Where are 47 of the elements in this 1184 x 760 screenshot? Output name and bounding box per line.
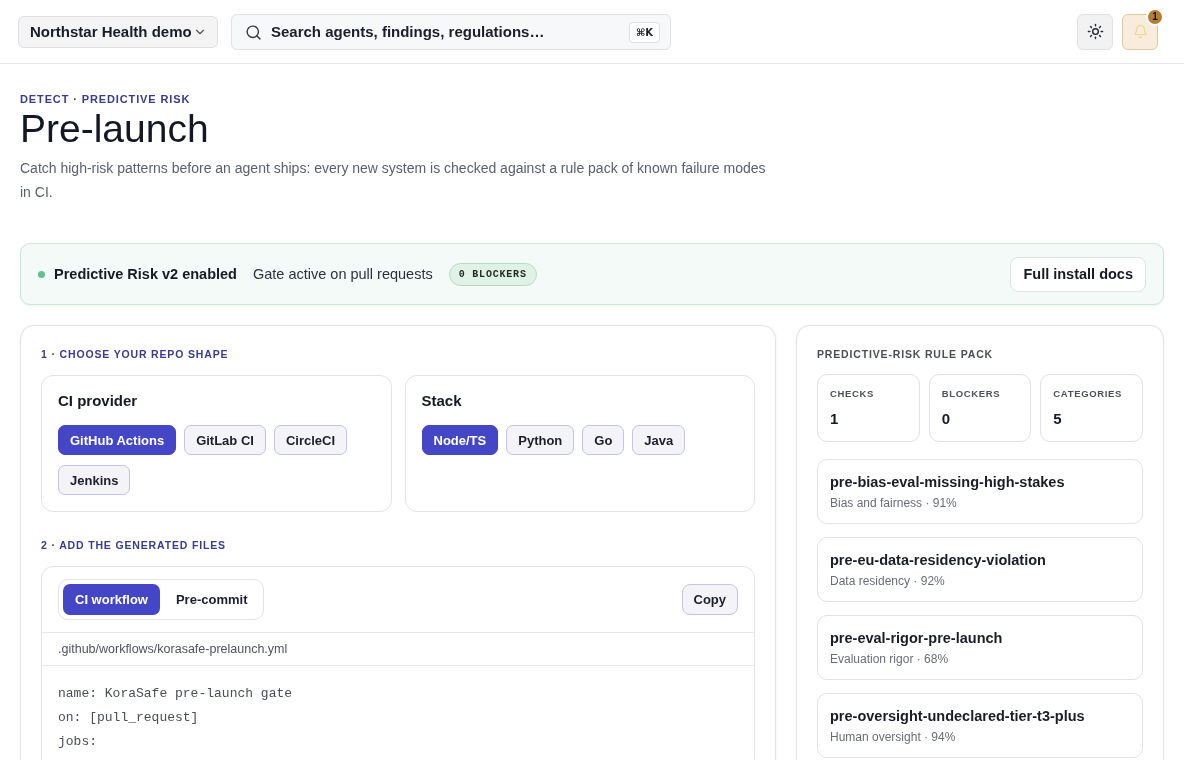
option-chip[interactable]: CircleCI — [273, 425, 348, 455]
rule-name: pre-bias-eval-missing-high-stakes — [830, 473, 1065, 491]
option-chip[interactable]: Python — [506, 425, 575, 455]
code-line: on: [pull_request] — [58, 709, 199, 727]
rule-name: pre-eval-rigor-pre-launch — [830, 629, 1003, 647]
install-docs-button[interactable]: Full install docs — [1010, 256, 1146, 292]
page-eyebrow: DETECT · PREDICTIVE RISK — [20, 92, 191, 106]
code-line: name: KoraSafe pre-launch gate — [58, 685, 293, 703]
blockers-badge: 0 BLOCKERS — [448, 262, 537, 286]
bell-icon — [1132, 24, 1148, 39]
workspace-select[interactable]: Northstar Health demo — [18, 15, 218, 48]
notification-count-badge: 1 — [1146, 7, 1164, 26]
step-label: 1 · CHOOSE YOUR REPO SHAPE — [41, 347, 229, 361]
banner-detail: Gate active on pull requests — [252, 266, 433, 282]
sun-icon — [1086, 23, 1104, 40]
theme-toggle-button[interactable] — [1077, 13, 1113, 50]
option-chip[interactable]: Go — [582, 425, 625, 455]
option-chip[interactable]: Node/TS — [421, 425, 499, 455]
stat-value: 0 — [941, 410, 950, 428]
rule-pack-title: PREDICTIVE-RISK RULE PACK — [817, 347, 993, 361]
banner-title: Predictive Risk v2 enabled — [54, 266, 237, 282]
step-label: 2 · ADD THE GENERATED FILES — [41, 538, 226, 552]
stat-label: CHECKS — [830, 388, 875, 400]
stat-label: BLOCKERS — [941, 388, 1001, 400]
file-tab[interactable]: Pre-commit — [163, 584, 260, 615]
copy-button[interactable]: Copy — [681, 584, 738, 615]
page-description: Catch high-risk patterns before an agent ships: every new system is checked against a rule pack of known failure modes in CI. — [20, 159, 767, 202]
file-tab[interactable]: CI workflow — [63, 584, 160, 615]
option-chip[interactable]: Java — [632, 425, 686, 455]
stat-value: 1 — [830, 410, 839, 428]
option-chip[interactable]: GitHub Actions — [58, 425, 177, 455]
group-title: Stack — [421, 392, 462, 410]
rule-meta: Evaluation rigor · 68% — [830, 652, 949, 667]
code-line: jobs: — [58, 733, 97, 751]
file-path: .github/workflows/korasafe-prelaunch.yml — [58, 642, 288, 656]
stat-value: 5 — [1053, 410, 1062, 428]
option-chip[interactable]: Jenkins — [58, 465, 131, 495]
page-title: Pre-launch — [20, 106, 209, 152]
rule-meta: Bias and fairness · 91% — [830, 496, 957, 511]
stat-label: CATEGORIES — [1053, 388, 1123, 400]
rule-name: pre-eu-data-residency-violation — [830, 551, 1046, 569]
rule-name: pre-oversight-undeclared-tier-t3-plus — [830, 707, 1085, 725]
option-chip[interactable]: GitLab CI — [184, 425, 266, 455]
search-icon — [245, 23, 262, 41]
rule-meta: Data residency · 92% — [830, 574, 945, 589]
group-title: CI provider — [58, 392, 138, 410]
rule-meta: Human oversight · 94% — [830, 730, 956, 745]
